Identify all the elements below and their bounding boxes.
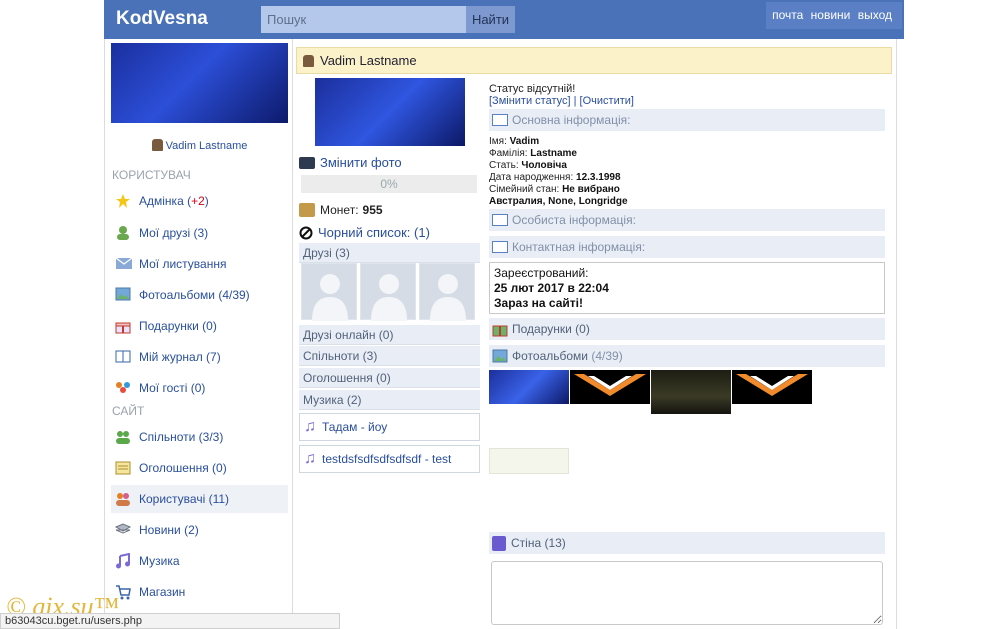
browser-status-url: b63043cu.bget.ru/users.php xyxy=(0,613,340,629)
notebook-icon xyxy=(492,535,506,551)
music-link[interactable]: Музика (2) xyxy=(299,390,480,410)
album-thumbnail[interactable] xyxy=(489,370,569,404)
section-user-title: КОРИСТУВАЧ xyxy=(112,168,191,182)
profile-header: Vadim Lastname xyxy=(296,47,892,74)
communities-link[interactable]: Спільноти (3) xyxy=(299,346,480,366)
wall-header[interactable]: Стіна (13) xyxy=(489,532,885,554)
album-thumbnail[interactable] xyxy=(732,370,812,404)
guests-icon xyxy=(115,380,133,396)
track-item[interactable]: ♫ testdsfsdfsdfsdfsdf - test xyxy=(299,445,480,473)
friend-avatar[interactable] xyxy=(360,263,416,321)
registration-box: Зареєстрований: 25 лют 2017 в 22:04 Зара… xyxy=(489,262,885,314)
gift-icon xyxy=(492,325,508,337)
ads-link[interactable]: Оголошення (0) xyxy=(299,368,480,388)
sidebar-item-shop[interactable]: Магазин xyxy=(111,578,288,606)
music-icon: ♫ xyxy=(304,450,316,467)
site-logo[interactable]: KodVesna xyxy=(116,8,208,30)
sidebar-item-ads[interactable]: Оголошення (0) xyxy=(111,454,288,482)
camera-icon xyxy=(299,156,315,169)
change-photo-link[interactable]: Змінити фото xyxy=(299,155,402,170)
sidebar-item-communities[interactable]: Спільноти (3/3) xyxy=(111,423,288,451)
search-input[interactable] xyxy=(261,6,466,33)
top-nav: почта новини выход xyxy=(766,2,902,29)
friends-online-link[interactable]: Друзі онлайн (0) xyxy=(299,325,480,345)
contact-info-header[interactable]: Контактная інформація: xyxy=(489,236,885,258)
album-thumbnail[interactable] xyxy=(489,448,569,474)
sidebar-item-gifts[interactable]: Подарунки (0) xyxy=(111,312,288,340)
gift-icon xyxy=(115,318,133,334)
change-status-link[interactable]: [Змінити статус] xyxy=(489,95,571,107)
friend-icon xyxy=(115,225,133,241)
profile-main: Vadim Lastname Змінити фото 0% Монет: 955… xyxy=(293,39,897,629)
sidebar-item-albums[interactable]: Фотоальбоми (4/39) xyxy=(111,281,288,309)
users-icon xyxy=(115,491,133,507)
friends-header[interactable]: Друзі (3) xyxy=(299,243,480,263)
track-item[interactable]: ♫ Тадам - йоу xyxy=(299,413,480,441)
coins-row: Монет: 955 xyxy=(299,203,383,217)
albums-header[interactable]: Фотоальбоми (4/39) xyxy=(489,345,885,367)
sidebar-item-users[interactable]: Користувачі (11) xyxy=(111,485,288,513)
status-links: [Змінити статус] | [Очистити] xyxy=(489,95,634,107)
album-thumbnail[interactable] xyxy=(651,370,731,414)
clear-status-link[interactable]: [Очистити] xyxy=(580,95,634,107)
user-icon xyxy=(151,139,163,151)
sidebar-item-admin[interactable]: Адмінка (+2) xyxy=(111,187,288,215)
photo-icon xyxy=(115,287,133,303)
info-card-icon xyxy=(492,241,508,253)
upload-progress: 0% xyxy=(301,175,477,193)
wallet-icon xyxy=(299,203,315,217)
sidebar-avatar-photo[interactable] xyxy=(111,43,288,123)
mail-icon xyxy=(115,256,133,272)
search-button[interactable]: Найти xyxy=(466,6,515,33)
profile-title: Vadim Lastname xyxy=(320,53,417,68)
gifts-header[interactable]: Подарунки (0) xyxy=(489,318,885,340)
section-site-title: САЙТ xyxy=(112,404,145,418)
star-icon xyxy=(115,193,133,209)
blacklist-link[interactable]: Чорний список: (1) xyxy=(299,225,430,240)
sidebar-item-guests[interactable]: Мої гості (0) xyxy=(111,374,288,402)
friend-avatar[interactable] xyxy=(301,263,357,321)
board-icon xyxy=(115,460,133,476)
book-icon xyxy=(115,349,133,365)
photo-icon xyxy=(492,349,508,363)
news-icon xyxy=(114,522,133,538)
wall-textarea[interactable] xyxy=(491,561,883,625)
music-icon: ♫ xyxy=(304,418,316,435)
album-thumbnail[interactable] xyxy=(570,370,650,404)
sidebar-item-messages[interactable]: Мої листування xyxy=(111,250,288,278)
friend-avatar[interactable] xyxy=(419,263,475,321)
sidebar-item-journal[interactable]: Мій журнал (7) xyxy=(111,343,288,371)
basic-info-list: Імя: Vadim Фамілія: Lastname Стать: Чоло… xyxy=(489,136,628,207)
user-icon xyxy=(303,54,314,67)
profile-photo[interactable] xyxy=(315,78,465,146)
basic-info-header[interactable]: Основна інформація: xyxy=(489,109,885,131)
ban-icon xyxy=(299,226,313,239)
info-card-icon xyxy=(492,214,508,226)
info-card-icon xyxy=(492,114,508,126)
sidebar-user-link[interactable]: Vadim Lastname xyxy=(105,139,294,152)
nav-news[interactable]: новини xyxy=(811,8,851,22)
status-text: Статус відсутній! xyxy=(489,83,576,95)
top-bar: KodVesna Найти почта новини выход xyxy=(104,0,904,39)
personal-info-header[interactable]: Особиста інформація: xyxy=(489,209,885,231)
nav-logout[interactable]: выход xyxy=(858,8,892,22)
music-icon xyxy=(115,552,133,569)
nav-mail[interactable]: почта xyxy=(772,8,803,22)
group-icon xyxy=(115,429,133,445)
sidebar: Vadim Lastname КОРИСТУВАЧ Адмінка (+2) М… xyxy=(104,39,293,629)
sidebar-item-news[interactable]: Новини (2) xyxy=(111,516,288,544)
sidebar-item-friends[interactable]: Мої друзі (3) xyxy=(111,219,288,247)
sidebar-item-music[interactable]: Музика xyxy=(111,547,288,575)
